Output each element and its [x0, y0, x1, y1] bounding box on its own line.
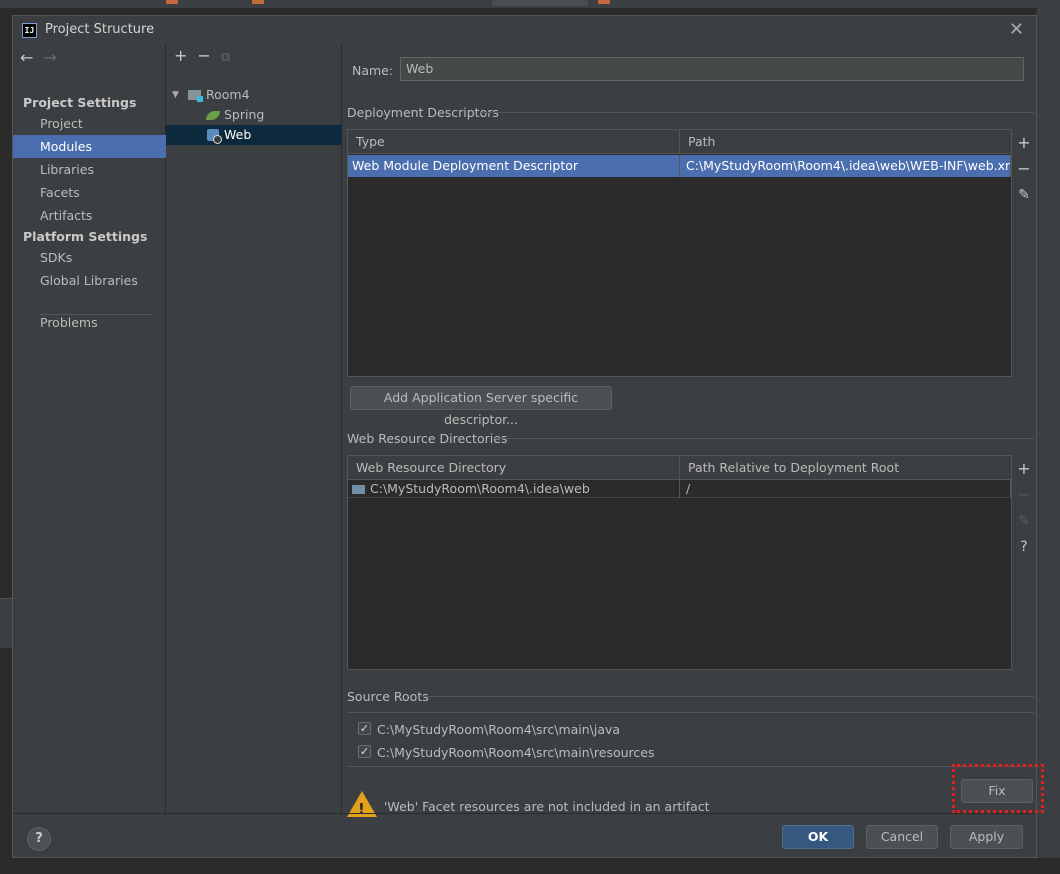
- cancel-button[interactable]: Cancel: [866, 825, 938, 849]
- remove-icon[interactable]: −: [1012, 482, 1036, 508]
- fix-button[interactable]: Fix: [961, 779, 1033, 803]
- descriptor-path-cell: C:\MyStudyRoom\Room4\.idea\web\WEB-INF\w…: [680, 155, 1011, 177]
- tree-item-label: Web: [224, 127, 252, 142]
- nav-item-libraries[interactable]: Libraries: [13, 158, 166, 181]
- section-divider: [347, 712, 1034, 713]
- ok-button[interactable]: OK: [782, 825, 854, 849]
- dialog-title: Project Structure: [45, 22, 155, 37]
- background-active-tab: [492, 0, 588, 6]
- source-root-java-checkbox[interactable]: ✓: [358, 722, 371, 735]
- column-header-resource-dir[interactable]: Web Resource Directory: [348, 456, 680, 480]
- resources-table-toolbar: + − ✎ ?: [1012, 456, 1036, 560]
- background-ide-tabbar: [0, 0, 1060, 8]
- source-root-resources-label: C:\MyStudyRoom\Room4\src\main\resources: [377, 745, 655, 760]
- web-folder-icon: [352, 485, 365, 494]
- background-tab-icon: [252, 0, 264, 4]
- nav-arrows: ← →: [20, 48, 67, 67]
- settings-nav: ← → Project Settings Project Modules Libr…: [13, 44, 166, 813]
- help-icon[interactable]: ?: [1012, 534, 1036, 560]
- project-structure-dialog: IJ Project Structure ✕ ← → Project Settin…: [12, 15, 1044, 859]
- table-header: Web Resource Directory Path Relative to …: [348, 456, 1012, 480]
- forward-arrow-icon[interactable]: →: [43, 48, 56, 67]
- table-header: Type Path: [348, 130, 1012, 154]
- section-divider: [423, 696, 1034, 697]
- project-settings-heading: Project Settings: [23, 95, 137, 110]
- edit-pencil-icon[interactable]: ✎: [1012, 508, 1036, 534]
- source-root-resources-checkbox[interactable]: ✓: [358, 745, 371, 758]
- module-folder-icon: [188, 90, 203, 102]
- deployment-descriptors-table: Type Path Web Module Deployment Descript…: [347, 129, 1012, 377]
- nav-item-global-libraries[interactable]: Global Libraries: [13, 269, 166, 292]
- background-ide-bottom: [0, 858, 1060, 874]
- nav-item-artifacts[interactable]: Artifacts: [13, 204, 166, 227]
- name-label: Name:: [352, 63, 394, 78]
- column-header-type[interactable]: Type: [348, 130, 680, 154]
- background-tab-icon: [598, 0, 610, 4]
- name-field[interactable]: Web: [400, 57, 1024, 81]
- close-icon[interactable]: ✕: [1009, 19, 1024, 40]
- warning-message: 'Web' Facet resources are not included i…: [384, 799, 710, 814]
- facet-editor: Name: Web Deployment Descriptors Type Pa…: [343, 44, 1044, 818]
- platform-settings-heading: Platform Settings: [23, 229, 148, 244]
- deployment-table-toolbar: + − ✎: [1012, 130, 1036, 208]
- tree-item-spring[interactable]: Spring: [166, 105, 342, 125]
- web-resource-directories-title: Web Resource Directories: [347, 431, 508, 446]
- nav-item-project[interactable]: Project: [13, 112, 166, 135]
- background-ide-panel: [1037, 8, 1060, 874]
- resource-dir-path: C:\MyStudyRoom\Room4\.idea\web: [370, 481, 590, 496]
- column-header-path[interactable]: Path: [680, 130, 1012, 154]
- tree-item-label: Room4: [206, 87, 250, 102]
- deployment-descriptors-title: Deployment Descriptors: [347, 105, 499, 120]
- relative-path-cell: /: [680, 480, 1011, 498]
- dialog-footer: ? OK Cancel Apply: [13, 813, 1036, 859]
- nav-item-facets[interactable]: Facets: [13, 181, 166, 204]
- web-facet-icon: [207, 129, 222, 144]
- source-roots-title: Source Roots: [347, 689, 429, 704]
- tree-item-room4[interactable]: ▼ Room4: [166, 85, 342, 105]
- background-tab-icon: [166, 0, 178, 4]
- copy-icon[interactable]: ⧉: [221, 50, 230, 65]
- spring-leaf-icon: [206, 111, 220, 120]
- add-server-descriptor-button[interactable]: Add Application Server specific descript…: [350, 386, 612, 427]
- edit-pencil-icon[interactable]: ✎: [1012, 182, 1036, 208]
- back-arrow-icon[interactable]: ←: [20, 48, 33, 67]
- add-icon[interactable]: +: [174, 46, 187, 65]
- resource-dir-cell: C:\MyStudyRoom\Room4\.idea\web: [348, 480, 680, 498]
- web-resource-directories-table: Web Resource Directory Path Relative to …: [347, 455, 1012, 670]
- add-icon[interactable]: +: [1012, 456, 1036, 482]
- remove-icon[interactable]: −: [1012, 156, 1036, 182]
- section-divider: [347, 766, 1034, 767]
- expand-caret-icon[interactable]: ▼: [172, 85, 179, 105]
- nav-item-problems[interactable]: Problems: [13, 311, 166, 334]
- remove-icon[interactable]: −: [197, 46, 210, 65]
- tree-item-web[interactable]: Web: [166, 125, 342, 145]
- table-row[interactable]: Web Module Deployment Descriptor C:\MySt…: [348, 155, 1011, 177]
- nav-item-modules[interactable]: Modules: [13, 135, 166, 158]
- add-icon[interactable]: +: [1012, 130, 1036, 156]
- tree-toolbar: + − ⧉: [174, 46, 240, 65]
- nav-item-sdks[interactable]: SDKs: [13, 246, 166, 269]
- tree-item-label: Spring: [224, 107, 265, 122]
- section-divider: [493, 438, 1034, 439]
- column-header-relative-path[interactable]: Path Relative to Deployment Root: [680, 456, 1012, 480]
- descriptor-type-cell: Web Module Deployment Descriptor: [348, 155, 680, 177]
- module-tree-pane: + − ⧉ ▼ Room4 Spring Web: [166, 44, 342, 813]
- table-row[interactable]: C:\MyStudyRoom\Room4\.idea\web /: [348, 480, 1011, 498]
- source-root-java-label: C:\MyStudyRoom\Room4\src\main\java: [377, 722, 621, 737]
- dialog-titlebar: IJ Project Structure ✕: [13, 16, 1036, 44]
- help-icon[interactable]: ?: [27, 827, 51, 851]
- apply-button[interactable]: Apply: [950, 825, 1023, 849]
- section-divider: [481, 112, 1034, 113]
- intellij-logo-icon: IJ: [22, 23, 37, 38]
